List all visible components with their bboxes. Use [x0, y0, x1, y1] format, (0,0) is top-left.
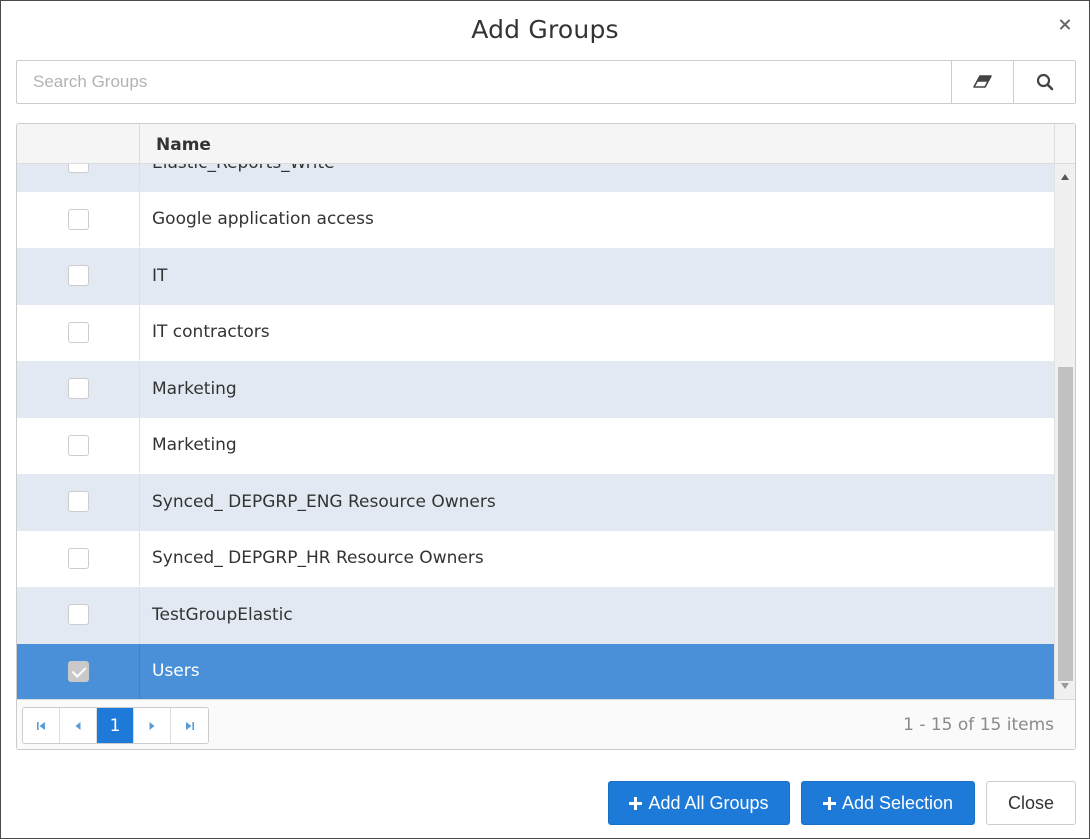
next-page-icon — [149, 721, 155, 730]
table-row[interactable]: IT contractors — [17, 304, 1054, 361]
row-checkbox[interactable] — [67, 321, 89, 343]
scroll-up-icon[interactable] — [1061, 174, 1069, 180]
row-name: Synced_ DEPGRP_HR Resource Owners — [152, 548, 484, 569]
header-check-column — [17, 124, 140, 164]
add-selection-button[interactable]: Add Selection — [801, 781, 975, 825]
pager: 1 1 - 15 of 15 items — [17, 699, 1075, 749]
row-check-cell — [17, 248, 140, 304]
row-check-cell — [17, 417, 140, 473]
row-check-cell — [17, 164, 140, 191]
grid-body: Elastic_Reports_Write Google application … — [17, 164, 1054, 699]
last-page-button[interactable] — [171, 708, 208, 743]
plus-icon — [629, 796, 643, 810]
row-check-cell — [17, 643, 140, 699]
grid-rows: Elastic_Reports_Write Google application … — [17, 164, 1054, 699]
add-selection-label: Add Selection — [841, 792, 954, 813]
table-row[interactable]: Marketing — [17, 417, 1054, 474]
first-page-icon — [37, 721, 45, 730]
first-page-button[interactable] — [23, 708, 60, 743]
row-checkbox[interactable] — [67, 164, 89, 174]
search-button[interactable] — [1013, 61, 1075, 103]
search-input[interactable] — [17, 61, 951, 103]
row-name: Users — [152, 661, 200, 682]
row-checkbox[interactable] — [67, 491, 89, 513]
row-name: Marketing — [152, 435, 237, 456]
grid-header: Name — [17, 124, 1075, 164]
row-name: Marketing — [152, 378, 237, 399]
scrollbar-thumb[interactable] — [1058, 367, 1073, 681]
row-name: Google application access — [152, 209, 374, 230]
table-row[interactable]: Google application access — [17, 191, 1054, 248]
search-bar — [16, 60, 1076, 104]
row-name: TestGroupElastic — [152, 604, 293, 625]
next-page-button[interactable] — [134, 708, 171, 743]
table-row[interactable]: Users — [17, 643, 1054, 699]
add-all-groups-button[interactable]: Add All Groups — [608, 781, 790, 825]
row-checkbox[interactable] — [67, 434, 89, 456]
row-name: IT — [152, 265, 168, 286]
table-row[interactable]: TestGroupElastic — [17, 587, 1054, 644]
last-page-icon — [185, 721, 194, 730]
add-all-groups-label: Add All Groups — [648, 792, 769, 813]
vertical-scrollbar[interactable] — [1054, 164, 1075, 699]
column-header-name[interactable]: Name — [156, 135, 211, 155]
pager-info: 1 - 15 of 15 items — [903, 715, 1054, 735]
pager-buttons: 1 — [22, 707, 209, 744]
row-check-cell — [17, 361, 140, 417]
row-checkbox[interactable] — [67, 660, 89, 682]
row-check-cell — [17, 191, 140, 247]
add-groups-dialog: Add Groups Name Elastic_Reports_Write Goo… — [0, 0, 1090, 839]
table-row[interactable]: Marketing — [17, 361, 1054, 418]
row-checkbox[interactable] — [67, 604, 89, 626]
prev-page-icon — [75, 721, 81, 730]
close-icon[interactable] — [1058, 18, 1072, 32]
dialog-title: Add Groups — [471, 15, 619, 44]
prev-page-button[interactable] — [60, 708, 97, 743]
close-button[interactable]: Close — [986, 781, 1076, 825]
table-row[interactable]: Elastic_Reports_Write — [17, 164, 1054, 192]
eraser-icon — [972, 75, 992, 88]
row-check-cell — [17, 587, 140, 643]
row-name: Elastic_Reports_Write — [152, 164, 335, 191]
row-checkbox[interactable] — [67, 208, 89, 230]
table-row[interactable]: Synced_ DEPGRP_HR Resource Owners — [17, 530, 1054, 587]
table-row[interactable]: Synced_ DEPGRP_ENG Resource Owners — [17, 474, 1054, 531]
page-1-button[interactable]: 1 — [97, 708, 134, 743]
table-row[interactable]: IT — [17, 248, 1054, 305]
row-checkbox[interactable] — [67, 265, 89, 287]
row-check-cell — [17, 530, 140, 586]
plus-icon — [822, 796, 836, 810]
row-checkbox[interactable] — [67, 378, 89, 400]
row-name: Synced_ DEPGRP_ENG Resource Owners — [152, 491, 496, 512]
row-check-cell — [17, 474, 140, 530]
row-name: IT contractors — [152, 322, 270, 343]
row-checkbox[interactable] — [67, 547, 89, 569]
row-check-cell — [17, 304, 140, 360]
header-scroll-spacer — [1054, 124, 1075, 164]
groups-grid: Name Elastic_Reports_Write Google applica… — [16, 123, 1076, 750]
scroll-down-icon[interactable] — [1061, 683, 1069, 689]
search-icon — [1036, 73, 1053, 91]
clear-search-button[interactable] — [951, 61, 1013, 103]
